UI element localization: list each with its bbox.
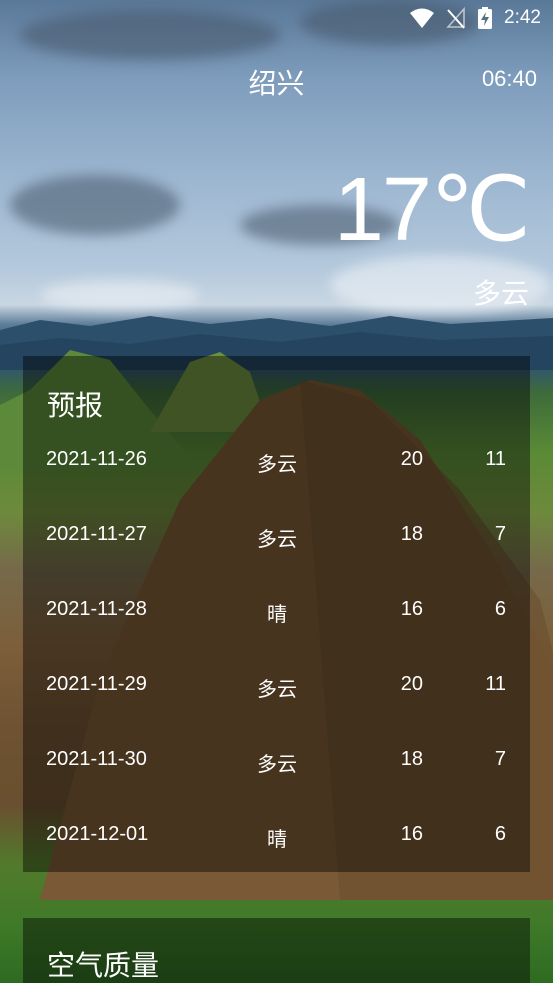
forecast-title: 预报 — [47, 389, 104, 422]
forecast-row: 2021-11-26 多云 20 11 — [23, 440, 530, 480]
forecast-date: 2021-11-30 — [46, 748, 147, 770]
forecast-condition: 多云 — [257, 752, 297, 776]
status-time: 2:42 — [504, 7, 541, 28]
aqi-card: 空气质量 — [23, 918, 530, 983]
forecast-condition: 晴 — [267, 602, 287, 626]
forecast-min-temp: 6 — [494, 823, 506, 845]
forecast-row: 2021-12-01 晴 16 6 — [23, 815, 530, 855]
forecast-date: 2021-11-26 — [46, 448, 147, 470]
forecast-max-temp: 20 — [400, 673, 423, 695]
aqi-title: 空气质量 — [47, 949, 160, 982]
forecast-max-temp: 18 — [400, 523, 423, 545]
forecast-max-temp: 16 — [400, 598, 423, 620]
forecast-condition: 多云 — [257, 452, 297, 476]
forecast-min-temp: 7 — [494, 523, 506, 545]
forecast-date: 2021-12-01 — [46, 823, 149, 845]
forecast-date: 2021-11-27 — [46, 523, 147, 545]
city-name: 绍兴 — [248, 67, 305, 100]
battery-charging-icon — [478, 7, 493, 29]
status-bar: 2:42 — [0, 0, 553, 38]
forecast-card: 预报 2021-11-26 多云 20 11 2021-11-27 多云 18 … — [23, 356, 530, 872]
forecast-min-temp: 7 — [494, 748, 506, 770]
forecast-condition: 多云 — [257, 527, 297, 551]
forecast-max-temp: 16 — [400, 823, 423, 845]
forecast-row: 2021-11-29 多云 20 11 — [23, 665, 530, 705]
update-time: 06:40 — [481, 66, 537, 91]
forecast-min-temp: 11 — [485, 673, 506, 695]
forecast-condition: 多云 — [257, 677, 297, 701]
current-temperature: 17℃ — [333, 160, 531, 260]
forecast-min-temp: 6 — [494, 598, 506, 620]
forecast-max-temp: 18 — [400, 748, 423, 770]
no-signal-icon — [446, 7, 466, 29]
wifi-icon — [410, 8, 435, 28]
weather-screen: 2:42 绍兴 06:40 17℃ 多云 预报 2021-11-26 多云 20… — [0, 0, 553, 983]
forecast-row: 2021-11-27 多云 18 7 — [23, 515, 530, 555]
forecast-date: 2021-11-29 — [46, 673, 147, 695]
forecast-row: 2021-11-28 晴 16 6 — [23, 590, 530, 630]
forecast-condition: 晴 — [267, 827, 287, 851]
forecast-row: 2021-11-30 多云 18 7 — [23, 740, 530, 780]
forecast-min-temp: 11 — [485, 448, 506, 470]
forecast-max-temp: 20 — [400, 448, 423, 470]
forecast-date: 2021-11-28 — [46, 598, 147, 620]
current-condition: 多云 — [472, 277, 529, 310]
